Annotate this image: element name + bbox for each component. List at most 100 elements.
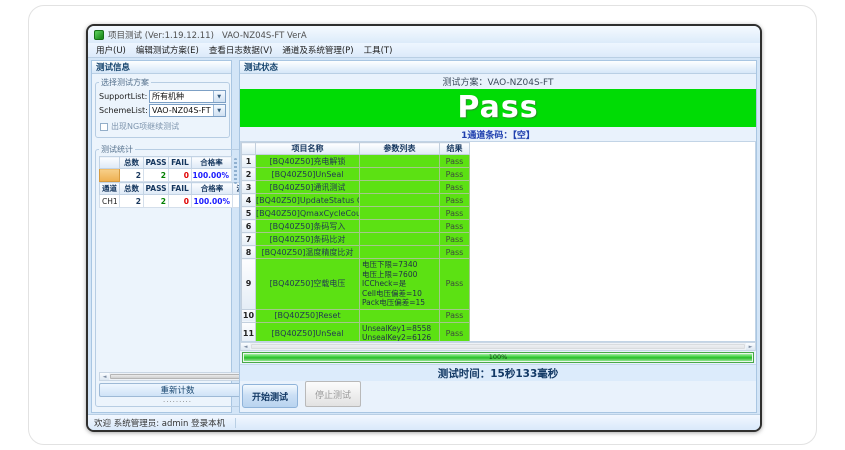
item-result: Pass	[440, 220, 470, 233]
supportlist-row: SupportList: 所有机种 ▼	[99, 90, 226, 103]
row-number: 4	[242, 194, 256, 207]
summary-table: 总数 PASS FAIL 合格率 2 2 0 100.00%	[99, 156, 232, 182]
start-test-button[interactable]: 开始测试	[242, 384, 298, 408]
result-row[interactable]: 7[BQ40Z50]条码比对 Pass	[242, 233, 470, 246]
row-number: 11	[242, 322, 256, 342]
item-params	[360, 155, 440, 168]
item-name: [BQ40Z50]条码写入	[256, 220, 360, 233]
results-header-name[interactable]: 项目名称	[256, 143, 360, 155]
ng-continue-label: 出现NG项继续测试	[111, 121, 179, 132]
results-table: 项目名称 参数列表 结果 1[BQ40Z50]充电解锁Pass2[BQ40Z50…	[241, 142, 470, 342]
result-row[interactable]: 4[BQ40Z50]UpdateStatus Check Pass	[242, 194, 470, 207]
test-info-panel: 测试信息 选择测试方案 SupportList: 所有机种 ▼	[91, 60, 232, 413]
channel-fail: 0	[169, 195, 192, 208]
supportlist-label: SupportList:	[99, 92, 149, 101]
channel-name: CH1	[100, 195, 120, 208]
item-params	[360, 207, 440, 220]
result-row[interactable]: 11[BQ40Z50]UnSealUnsealKey1=8558 UnsealK…	[242, 322, 470, 342]
item-result: Pass	[440, 233, 470, 246]
result-banner-text: Pass	[457, 93, 538, 123]
result-row[interactable]: 6[BQ40Z50]条码写入Pass	[242, 220, 470, 233]
summary-pass: 2	[144, 169, 169, 182]
supportlist-combobox[interactable]: 所有机种 ▼	[149, 90, 226, 103]
summary-total: 2	[120, 169, 144, 182]
results-table-container: 项目名称 参数列表 结果 1[BQ40Z50]充电解锁Pass2[BQ40Z50…	[240, 141, 756, 342]
results-header-corner	[242, 143, 256, 155]
summary-row-selector	[100, 169, 120, 182]
item-name: [BQ40Z50]Reset	[256, 309, 360, 322]
left-panel-header: 测试信息	[92, 61, 231, 74]
supportlist-value: 所有机种	[150, 91, 213, 102]
status-bar: 欢迎 系统管理员: admin 登录本机	[88, 414, 760, 430]
schemelist-combobox[interactable]: VAO-NZ04S-FT ▼	[149, 104, 226, 117]
item-name: [BQ40Z50]充电解锁	[256, 155, 360, 168]
channel-header-pass: PASS	[144, 183, 169, 195]
result-row[interactable]: 2[BQ40Z50]UnSealPass	[242, 168, 470, 181]
progress-bar: 100%	[242, 352, 754, 363]
results-header-result[interactable]: 结果	[440, 143, 470, 155]
row-number: 2	[242, 168, 256, 181]
item-name: [BQ40Z50]QmaxCycleCount比对	[256, 207, 360, 220]
result-row[interactable]: 1[BQ40Z50]充电解锁Pass	[242, 155, 470, 168]
title-bar[interactable]: 项目测试 (Ver:1.19.12.11) VAO-NZ04S-FT VerA	[88, 26, 760, 43]
schemelist-value: VAO-NZ04S-FT	[150, 105, 213, 116]
item-result: Pass	[440, 168, 470, 181]
summary-rate: 100.00%	[192, 169, 232, 182]
result-row[interactable]: 8[BQ40Z50]温度精度比对Pass	[242, 246, 470, 259]
chevron-down-icon[interactable]: ▼	[213, 105, 225, 116]
item-name: [BQ40Z50]温度精度比对	[256, 246, 360, 259]
item-name: [BQ40Z50]UnSeal	[256, 322, 360, 342]
splitter-handle-icon[interactable]	[234, 158, 237, 184]
menu-item[interactable]: 编辑测试方案(E)	[131, 43, 204, 57]
channel-header-total: 总数	[120, 183, 144, 195]
left-panel-title: 测试信息	[96, 61, 130, 73]
item-name: [BQ40Z50]条码比对	[256, 233, 360, 246]
panel-splitter[interactable]	[232, 60, 239, 413]
item-params	[360, 220, 440, 233]
row-number: 10	[242, 309, 256, 322]
results-header-params[interactable]: 参数列表	[360, 143, 440, 155]
ng-continue-checkbox[interactable]	[100, 123, 108, 131]
summary-row[interactable]: 2 2 0 100.00%	[100, 169, 232, 182]
scroll-right-arrow-icon[interactable]: ►	[746, 343, 755, 350]
main-content: 测试信息 选择测试方案 SupportList: 所有机种 ▼	[88, 58, 760, 414]
row-number: 7	[242, 233, 256, 246]
item-name: [BQ40Z50]通讯测试	[256, 181, 360, 194]
chevron-down-icon[interactable]: ▼	[213, 91, 225, 102]
menu-item[interactable]: 用户(U)	[91, 43, 131, 57]
scroll-left-arrow-icon[interactable]: ◄	[100, 373, 109, 380]
scrollbar-thumb[interactable]	[251, 344, 745, 349]
row-number: 3	[242, 181, 256, 194]
channel-header-fail: FAIL	[169, 183, 192, 195]
scheme-line: 测试方案：VAO-NZ04S-FT	[240, 74, 756, 89]
screen: 项目测试 (Ver:1.19.12.11) VAO-NZ04S-FT VerA …	[0, 0, 845, 450]
scrollbar-thumb[interactable]	[110, 374, 245, 379]
left-panel-body: 选择测试方案 SupportList: 所有机种 ▼ SchemeList: V	[92, 74, 231, 412]
item-result: Pass	[440, 309, 470, 322]
item-params	[360, 194, 440, 207]
channel-rate: 100.00%	[192, 195, 233, 208]
menu-item[interactable]: 通道及系统管理(P)	[277, 43, 358, 57]
window-title: 项目测试 (Ver:1.19.12.11) VAO-NZ04S-FT VerA	[108, 29, 307, 41]
app-window: 项目测试 (Ver:1.19.12.11) VAO-NZ04S-FT VerA …	[86, 24, 762, 432]
item-params	[360, 233, 440, 246]
menu-item[interactable]: 查看日志数据(V)	[204, 43, 277, 57]
ng-continue-row: 出现NG项继续测试	[100, 121, 226, 132]
result-row[interactable]: 9[BQ40Z50]空载电压电压下限=7340 电压上限=7600 ICChec…	[242, 259, 470, 310]
item-params	[360, 309, 440, 322]
row-number: 1	[242, 155, 256, 168]
schemelist-label: SchemeList:	[99, 106, 149, 115]
scheme-select-groupbox: 选择测试方案 SupportList: 所有机种 ▼ SchemeList: V	[95, 77, 230, 138]
results-horizontal-scrollbar[interactable]: ◄ ►	[240, 342, 756, 351]
right-panel-title: 测试状态	[244, 61, 278, 73]
channel-header-rate: 合格率	[192, 183, 233, 195]
scroll-left-arrow-icon[interactable]: ◄	[241, 343, 250, 350]
stop-test-button[interactable]: 停止测试	[305, 381, 361, 407]
item-result: Pass	[440, 194, 470, 207]
item-name: [BQ40Z50]UpdateStatus Check	[256, 194, 360, 207]
barcode-line: 1通道条码：【空】	[240, 127, 756, 141]
menu-item[interactable]: 工具(T)	[359, 43, 398, 57]
result-row[interactable]: 10[BQ40Z50]Reset Pass	[242, 309, 470, 322]
result-row[interactable]: 3[BQ40Z50]通讯测试Pass	[242, 181, 470, 194]
result-row[interactable]: 5[BQ40Z50]QmaxCycleCount比对Pass	[242, 207, 470, 220]
